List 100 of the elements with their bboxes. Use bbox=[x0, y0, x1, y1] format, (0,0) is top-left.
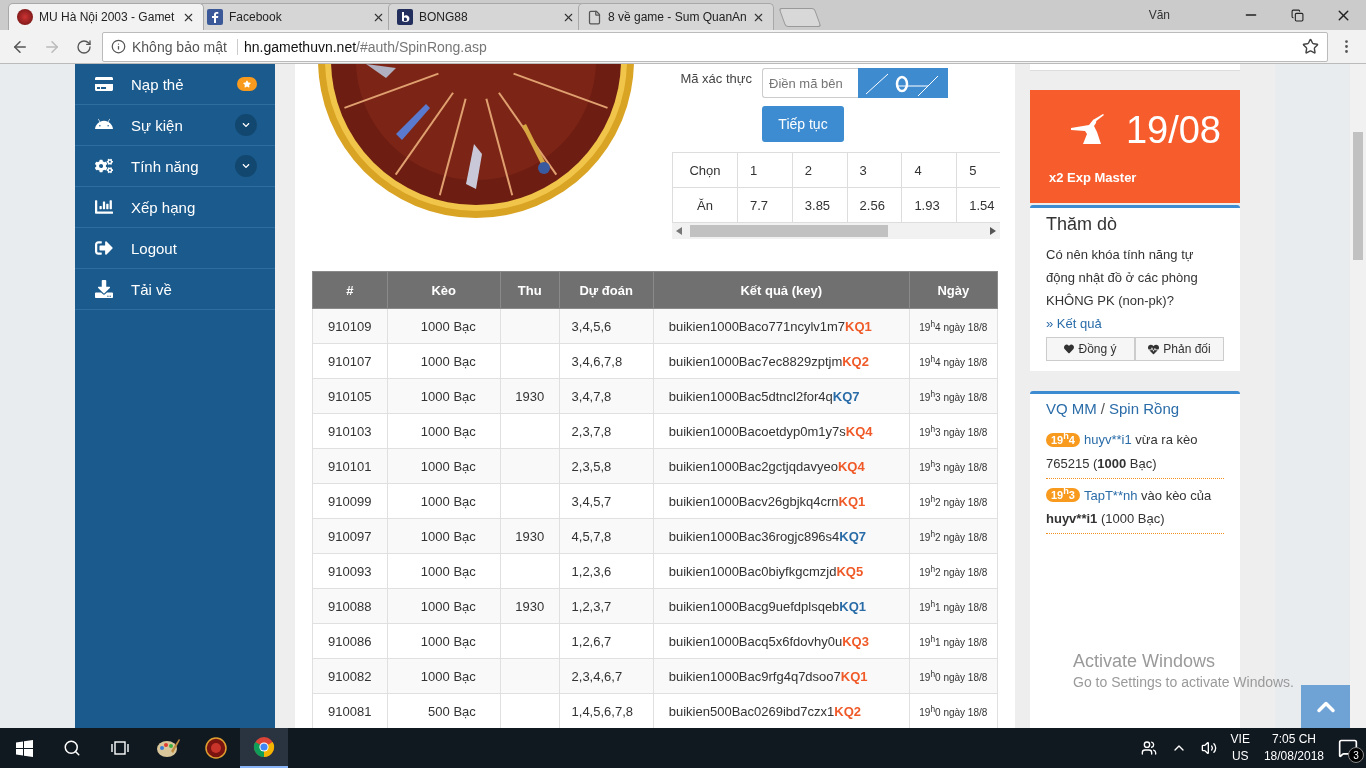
table-cell: buikien1000Bac9rfg4q7dsoo7KQ1 bbox=[653, 658, 910, 694]
table-cell: 1,2,3,6 bbox=[559, 553, 654, 589]
table-cell: 910101 bbox=[312, 448, 388, 484]
table-cell: 1,4,5,6,7,8 bbox=[559, 693, 654, 728]
scroll-to-top-button[interactable] bbox=[1301, 685, 1350, 728]
sidebar-item[interactable]: Nạp thẻ bbox=[75, 64, 275, 105]
sidebar-item[interactable]: Tính năng bbox=[75, 146, 275, 187]
results-link[interactable]: » Kết quả bbox=[1046, 316, 1102, 331]
captcha-label: Mã xác thực bbox=[679, 70, 752, 88]
sidebar-label: Tính năng bbox=[131, 157, 200, 175]
profile-name[interactable]: Văn bbox=[1148, 8, 1170, 22]
table-cell bbox=[500, 553, 560, 589]
speaker-icon[interactable] bbox=[1200, 740, 1217, 756]
disagree-button[interactable]: Phản đối bbox=[1135, 337, 1224, 361]
event-title: x2 Exp Master bbox=[1049, 170, 1138, 185]
table-cell: 1930 bbox=[500, 588, 560, 624]
table-cell: 910081 bbox=[312, 693, 388, 728]
username-link[interactable]: huyv**i1 bbox=[1083, 431, 1132, 447]
people-icon[interactable] bbox=[1140, 740, 1157, 756]
feed-tab-link[interactable]: VQ MM bbox=[1046, 400, 1097, 417]
facebook-icon bbox=[207, 9, 223, 25]
language-indicator[interactable]: VIE US bbox=[1230, 731, 1250, 765]
scroll-left-icon[interactable] bbox=[676, 227, 682, 235]
table-cell: 2,3,7,8 bbox=[559, 413, 654, 449]
table-cell: 19$^{h}$4 ngày 18/8 bbox=[909, 343, 998, 379]
table-cell: 1000 Bạc bbox=[387, 518, 501, 554]
column-header: Kèo bbox=[387, 271, 501, 309]
sidebar-item[interactable]: Xếp hạng bbox=[75, 187, 275, 228]
table-cell: 1.93 bbox=[901, 187, 957, 223]
scroll-right-icon[interactable] bbox=[990, 227, 996, 235]
table-cell: 19$^{h}$1 ngày 18/8 bbox=[909, 588, 998, 624]
page-icon bbox=[587, 9, 602, 25]
table-cell: 19$^{h}$3 ngày 18/8 bbox=[909, 413, 998, 449]
table-cell: 19$^{h}$2 ngày 18/8 bbox=[909, 518, 998, 554]
separator: / bbox=[1100, 400, 1105, 417]
table-cell bbox=[500, 623, 560, 659]
task-view-icon bbox=[111, 740, 129, 756]
security-label: Không bảo mật bbox=[132, 38, 238, 55]
game-logo-icon bbox=[17, 9, 33, 25]
palette-icon bbox=[156, 737, 180, 759]
poll-title: Thăm dò bbox=[1046, 214, 1119, 235]
agree-button[interactable]: Đồng ý bbox=[1046, 337, 1135, 361]
bookmark-star-icon[interactable] bbox=[1302, 38, 1319, 55]
continue-button[interactable]: Tiếp tục bbox=[762, 106, 844, 142]
table-cell: buikien1000Bac2gctjqdavyeoKQ4 bbox=[653, 448, 910, 484]
heart-icon bbox=[1064, 344, 1075, 354]
table-cell: 3,4,5,6 bbox=[559, 308, 654, 344]
notifications-icon[interactable] bbox=[1338, 738, 1358, 758]
address-bar[interactable]: Không bảo mật hn.gamethuvn.net/#auth/SpinRong.asp bbox=[102, 31, 1328, 62]
sidebar-label: Nạp thẻ bbox=[131, 75, 185, 93]
table-cell: buikien1000Bac7ec8829zptjmKQ2 bbox=[653, 343, 910, 379]
table-cell: 910093 bbox=[312, 553, 388, 589]
table-cell: 19$^{h}$3 ngày 18/8 bbox=[909, 448, 998, 484]
bar-chart-icon bbox=[95, 198, 113, 216]
table-cell: 2.56 bbox=[847, 187, 902, 223]
feed-tab-link[interactable]: Spin Rồng bbox=[1109, 400, 1180, 417]
table-cell: 910103 bbox=[312, 413, 388, 449]
activation-subtitle: Go to Settings to activate Windows. bbox=[1073, 674, 1294, 690]
table-cell: buikien1000Bacoetdyp0m1y7sKQ4 bbox=[653, 413, 910, 449]
gears-icon bbox=[95, 157, 113, 175]
table-cell: 1 bbox=[737, 152, 793, 188]
info-icon[interactable] bbox=[111, 39, 126, 54]
sidebar-item[interactable]: Tải về bbox=[75, 269, 275, 310]
browser-tab[interactable]: MU Hà Nội 2003 - Gamet bbox=[8, 3, 204, 30]
card-icon bbox=[95, 75, 113, 93]
column-header: Ngày bbox=[909, 271, 998, 309]
table-cell: 910088 bbox=[312, 588, 388, 624]
table-cell: 3,4,5,7 bbox=[559, 483, 654, 519]
table-cell: 19$^{h}$2 ngày 18/8 bbox=[909, 483, 998, 519]
table-cell: buikien1000Bacq5x6fdovhy0uKQ3 bbox=[653, 623, 910, 659]
warrior-icon bbox=[1069, 114, 1105, 146]
table-cell: 1000 Bạc bbox=[387, 658, 501, 694]
chrome-icon bbox=[253, 736, 275, 758]
table-cell: 1000 Bạc bbox=[387, 588, 501, 624]
username-link[interactable]: TapT**nh bbox=[1083, 487, 1138, 503]
table-cell: 1,2,3,7 bbox=[559, 588, 654, 624]
activation-title: Activate Windows bbox=[1073, 651, 1217, 672]
column-header: Thu bbox=[500, 271, 560, 309]
table-cell bbox=[500, 413, 560, 449]
dropdown-caret[interactable] bbox=[235, 114, 257, 136]
table-cell: buikien1000Bac36rogjc896s4KQ7 bbox=[653, 518, 910, 554]
column-header: Dự đoán bbox=[559, 271, 654, 309]
browser-tab[interactable]: 8 về game - Sum QuanAn bbox=[578, 3, 774, 30]
table-cell: 2 bbox=[792, 152, 848, 188]
row-header: Ăn bbox=[672, 187, 738, 223]
sidebar-item[interactable]: Sự kiện bbox=[75, 105, 275, 146]
sidebar-item[interactable]: Logout bbox=[75, 228, 275, 269]
table-cell: 1000 Bạc bbox=[387, 378, 501, 414]
clock[interactable]: 7:05 CH 18/08/2018 bbox=[1263, 731, 1324, 765]
restore-icon[interactable] bbox=[1290, 8, 1304, 22]
captcha-input[interactable]: Điền mã bên bbox=[762, 68, 858, 98]
dropdown-caret[interactable] bbox=[235, 155, 257, 177]
reload-icon[interactable] bbox=[76, 38, 92, 55]
table-cell: buikien1000Bac5dtncl2for4qKQ7 bbox=[653, 378, 910, 414]
table-cell: 1,2,6,7 bbox=[559, 623, 654, 659]
horizontal-scrollbar[interactable] bbox=[672, 223, 1000, 239]
table-cell: 910082 bbox=[312, 658, 388, 694]
row-header: Chọn bbox=[672, 152, 738, 188]
table-cell bbox=[500, 343, 560, 379]
table-cell: 3,4,7,8 bbox=[559, 378, 654, 414]
